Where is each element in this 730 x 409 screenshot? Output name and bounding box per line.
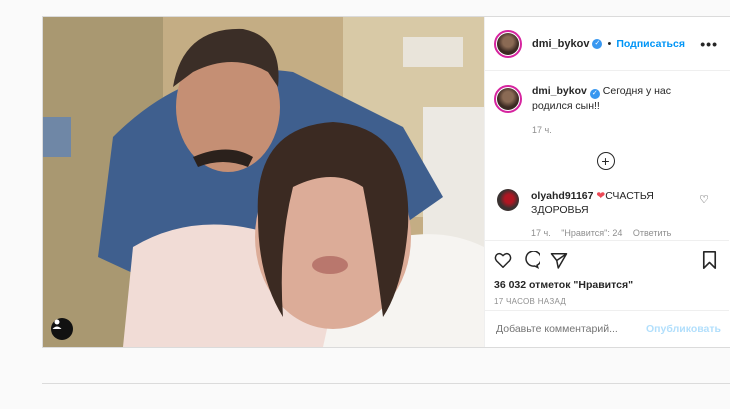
comments-section[interactable]: dmi_bykov ✓ Сегодня у нас родился сын!! 1…: [485, 72, 729, 238]
post-card: dmi_bykov ✓ • Подписаться ••• dmi_bykov ✓…: [42, 16, 730, 348]
follow-button[interactable]: Подписаться: [616, 38, 685, 50]
author-avatar[interactable]: [494, 29, 522, 58]
reply-button[interactable]: Ответить: [633, 228, 671, 238]
caption-time[interactable]: 17 ч.: [532, 123, 692, 137]
comment-text: olyahd91167 ❤СЧАСТЬЯ ЗДОРОВЬЯ 17 ч. "Нра…: [531, 189, 681, 238]
caption-text: dmi_bykov ✓ Сегодня у нас родился сын!! 1…: [532, 84, 692, 137]
caption-username[interactable]: dmi_bykov: [532, 85, 587, 97]
comment-bubble-icon[interactable]: [522, 251, 540, 269]
save-bookmark-icon[interactable]: [702, 251, 717, 269]
user-icon: [52, 319, 62, 329]
comment-meta: 17 ч. "Нравится": 24 Ответить: [531, 226, 681, 238]
more-options-icon[interactable]: •••: [700, 36, 718, 52]
post-header: dmi_bykov ✓ • Подписаться •••: [485, 17, 730, 71]
comment-time[interactable]: 17 ч.: [531, 228, 551, 238]
action-icons: [494, 247, 717, 273]
commenter-username[interactable]: olyahd91167: [531, 190, 593, 202]
add-comment-bar: Опубликовать: [485, 310, 729, 347]
page-divider: [42, 383, 730, 384]
heart-emoji: ❤: [596, 190, 606, 202]
likes-count[interactable]: 36 032 отметок "Нравится": [494, 279, 717, 291]
commenter-avatar[interactable]: [497, 189, 519, 211]
post-actions: 36 032 отметок "Нравится" 17 ЧАСОВ НАЗАД: [485, 240, 729, 306]
share-direct-icon[interactable]: [550, 252, 568, 269]
photo-illustration: [43, 17, 484, 347]
caption: dmi_bykov ✓ Сегодня у нас родился сын!! 1…: [494, 84, 717, 137]
caption-avatar[interactable]: [494, 85, 522, 113]
comment-input[interactable]: [496, 323, 646, 335]
post-photo[interactable]: [43, 17, 484, 347]
load-more-comments-button[interactable]: +: [596, 152, 615, 170]
verified-badge-icon: ✓: [589, 89, 600, 99]
separator-dot: •: [607, 37, 612, 50]
author-username[interactable]: dmi_bykov: [532, 38, 589, 50]
publish-button[interactable]: Опубликовать: [646, 323, 721, 335]
like-heart-icon[interactable]: [494, 252, 512, 268]
comment-like-heart-icon[interactable]: ♡: [699, 193, 709, 206]
post-timestamp[interactable]: 17 ЧАСОВ НАЗАД: [494, 297, 717, 306]
post-sidebar: dmi_bykov ✓ • Подписаться ••• dmi_bykov ✓…: [484, 17, 730, 347]
tagged-user-button[interactable]: [51, 318, 73, 340]
plus-icon: +: [601, 153, 610, 169]
verified-badge-icon: ✓: [592, 38, 603, 49]
comment-likes[interactable]: "Нравится": 24: [561, 228, 622, 238]
comment-item: olyahd91167 ❤СЧАСТЬЯ ЗДОРОВЬЯ 17 ч. "Нра…: [494, 189, 717, 238]
